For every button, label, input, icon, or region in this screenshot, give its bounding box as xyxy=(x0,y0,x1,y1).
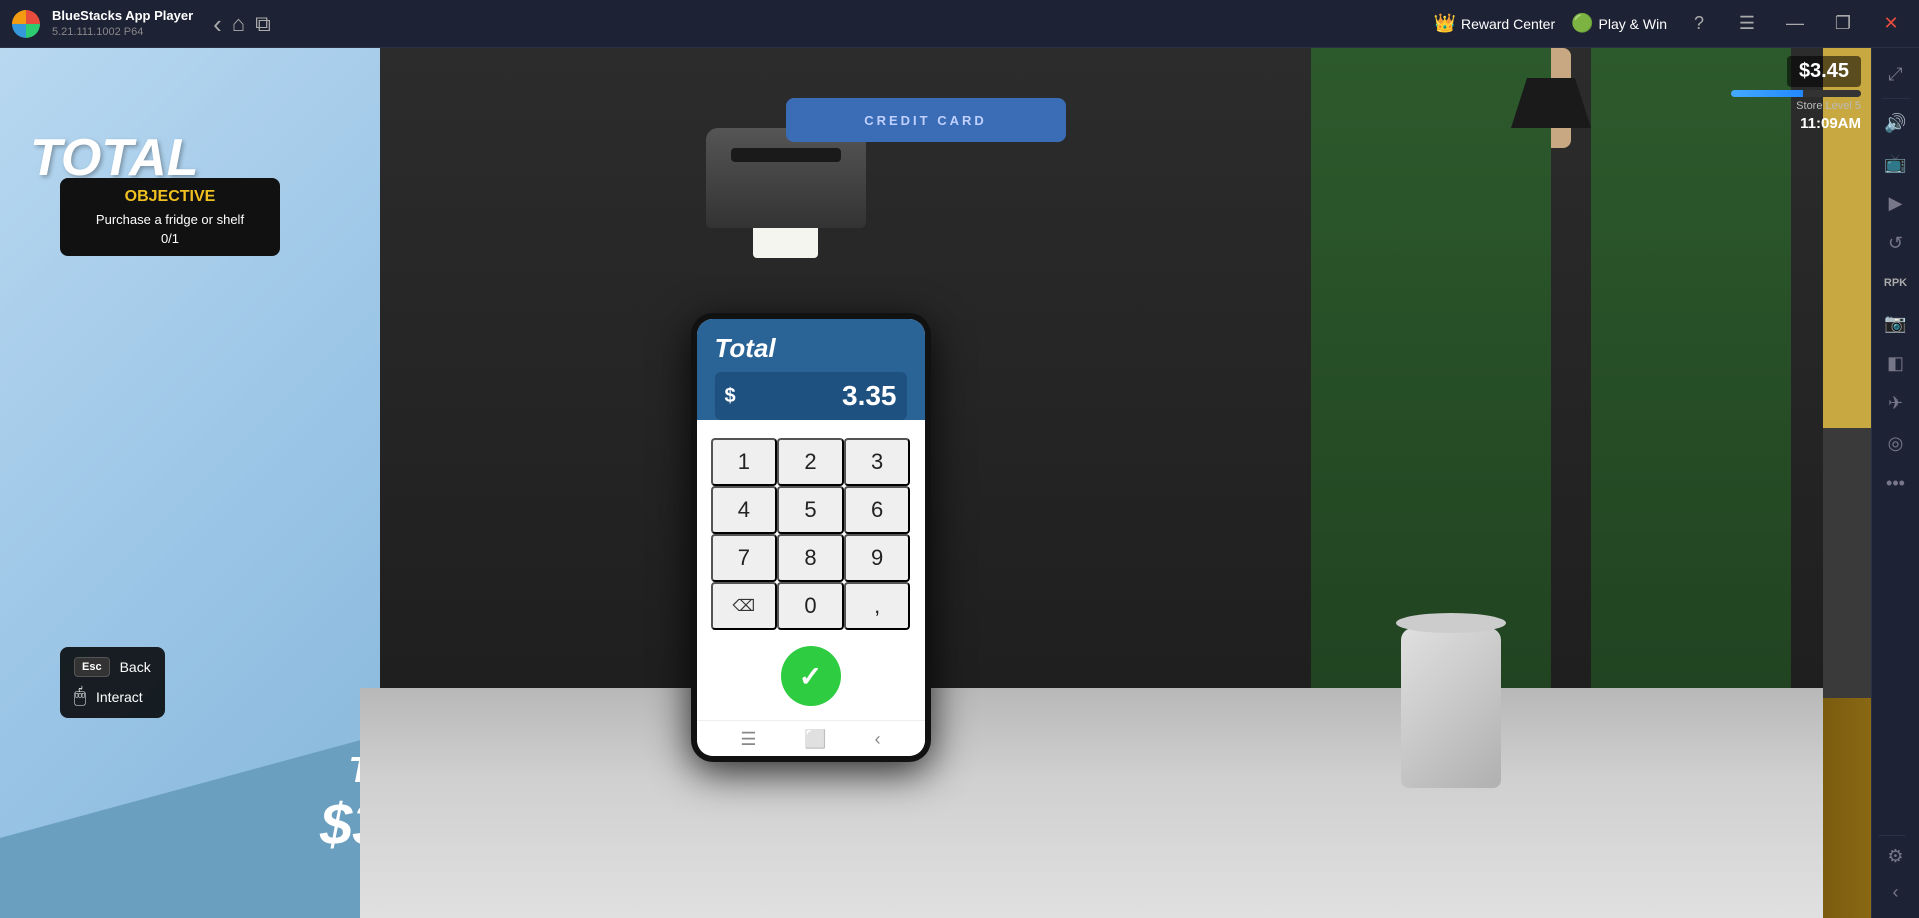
interact-control-row: 🖱 Interact xyxy=(74,685,151,708)
app-name: BlueStacks App Player xyxy=(52,8,193,25)
confirm-checkmark-icon: ✓ xyxy=(799,660,822,693)
receipt-printer xyxy=(696,128,876,258)
sidebar-play-button[interactable]: ▶ xyxy=(1878,185,1914,221)
sidebar-locate-button[interactable]: ◎ xyxy=(1878,425,1914,461)
sidebar-rotate-button[interactable]: ↺ xyxy=(1878,225,1914,261)
topbar-right: 👑 Reward Center 🟢 Play & Win ? ☰ — ❐ ✕ xyxy=(1434,8,1907,40)
sidebar-fullscreen-button[interactable]: ⤢ xyxy=(1878,56,1914,92)
objective-progress: 0/1 xyxy=(76,231,264,246)
terminal-keypad: 1 2 3 4 5 6 7 8 9 ⌫ 0 , xyxy=(697,430,925,638)
keypad-9[interactable]: 9 xyxy=(844,534,911,582)
terminal-back-icon[interactable]: ‹ xyxy=(875,729,881,750)
hud-progress-fill xyxy=(1731,90,1803,97)
sidebar-camera-button[interactable]: 📷 xyxy=(1878,305,1914,341)
keypad-6[interactable]: 6 xyxy=(844,486,911,534)
game-hud: $3.45 Store Level 5 11:09AM xyxy=(1731,56,1861,132)
nav-tab-button[interactable]: ⧉ xyxy=(255,11,271,37)
objective-description: Purchase a fridge or shelf xyxy=(76,212,264,227)
terminal-menu-icon[interactable]: ☰ xyxy=(740,729,756,750)
sidebar-bottom: ⚙ ‹ xyxy=(1878,833,1914,910)
credit-card-label: CREDIT CARD xyxy=(864,113,987,128)
app-title: BlueStacks App Player 5.21.111.1002 P64 xyxy=(52,8,193,39)
nav-buttons: ‹ ⌂ ⧉ xyxy=(213,11,271,37)
terminal-nav-bar: ☰ ⬜ ‹ xyxy=(697,720,925,756)
minimize-button[interactable]: — xyxy=(1779,8,1811,40)
keypad-1[interactable]: 1 xyxy=(711,438,778,486)
keypad-comma[interactable]: , xyxy=(844,582,911,630)
sidebar-airplane-button[interactable]: ✈ xyxy=(1878,385,1914,421)
hud-progress-bar xyxy=(1731,90,1861,97)
terminal-home-icon[interactable]: ⬜ xyxy=(804,729,826,750)
sidebar-divider-2 xyxy=(1878,835,1906,836)
keypad-5[interactable]: 5 xyxy=(777,486,844,534)
sidebar-layout-button[interactable]: ◧ xyxy=(1878,345,1914,381)
back-control-row: Esc Back xyxy=(74,657,151,677)
terminal-dollar-sign: $ xyxy=(725,385,736,408)
printer-receipt-paper xyxy=(753,228,818,258)
interact-control-label: Interact xyxy=(96,689,143,705)
counter-surface xyxy=(360,688,1823,918)
hud-money: $3.45 xyxy=(1787,56,1861,87)
keypad-backspace[interactable]: ⌫ xyxy=(711,582,778,630)
keypad-2[interactable]: 2 xyxy=(777,438,844,486)
cup-cylinder xyxy=(1401,628,1501,788)
terminal-confirm-area: ✓ xyxy=(697,638,925,720)
sidebar-rpk-button[interactable]: RPK xyxy=(1878,265,1914,301)
play-win-icon: 🟢 xyxy=(1571,13,1593,34)
crown-icon: 👑 xyxy=(1434,13,1456,34)
terminal-screen: Total $ 3.35 1 2 3 4 5 6 7 8 xyxy=(697,319,925,756)
menu-button[interactable]: ☰ xyxy=(1731,8,1763,40)
bluestacks-logo xyxy=(12,10,40,38)
objective-box: OBJECTIVE Purchase a fridge or shelf 0/1 xyxy=(60,178,280,256)
sidebar-settings-button[interactable]: ⚙ xyxy=(1878,838,1914,874)
help-button[interactable]: ? xyxy=(1683,8,1715,40)
topbar: BlueStacks App Player 5.21.111.1002 P64 … xyxy=(0,0,1919,48)
objective-title: OBJECTIVE xyxy=(76,188,264,206)
payment-terminal: Total $ 3.35 1 2 3 4 5 6 7 8 xyxy=(691,313,931,762)
keypad-0[interactable]: 0 xyxy=(777,582,844,630)
hud-time: 11:09AM xyxy=(1800,115,1861,132)
sidebar-volume-button[interactable]: 🔊 xyxy=(1878,105,1914,141)
right-sidebar: ⤢ 🔊 📺 ▶ ↺ RPK 📷 ◧ ✈ ◎ ••• ⚙ ‹ xyxy=(1871,48,1919,918)
restore-button[interactable]: ❐ xyxy=(1827,8,1859,40)
close-button[interactable]: ✕ xyxy=(1875,8,1907,40)
terminal-amount-value: 3.35 xyxy=(842,380,897,412)
printer-body xyxy=(706,128,866,228)
play-win-button[interactable]: 🟢 Play & Win xyxy=(1571,13,1667,34)
nav-home-button[interactable]: ⌂ xyxy=(232,11,245,37)
controls-box: Esc Back 🖱 Interact xyxy=(60,647,165,718)
keypad-3[interactable]: 3 xyxy=(844,438,911,486)
nav-back-button[interactable]: ‹ xyxy=(213,11,222,37)
keypad-8[interactable]: 8 xyxy=(777,534,844,582)
sidebar-divider-1 xyxy=(1882,98,1910,99)
mouse-icon: 🖱 xyxy=(74,685,86,708)
sidebar-more-button[interactable]: ••• xyxy=(1878,465,1914,501)
credit-card-terminal: CREDIT CARD xyxy=(786,98,1066,142)
game-viewport: TOTAL OBJECTIVE Purchase a fridge or she… xyxy=(0,48,1871,918)
keypad-7[interactable]: 7 xyxy=(711,534,778,582)
game-background: TOTAL OBJECTIVE Purchase a fridge or she… xyxy=(0,48,1871,918)
confirm-payment-button[interactable]: ✓ xyxy=(781,646,841,706)
reward-center-button[interactable]: 👑 Reward Center xyxy=(1434,13,1556,34)
keypad-4[interactable]: 4 xyxy=(711,486,778,534)
app-version: 5.21.111.1002 P64 xyxy=(52,25,193,39)
terminal-amount-row: $ 3.35 xyxy=(715,372,907,420)
play-win-label: Play & Win xyxy=(1599,16,1667,32)
back-control-label: Back xyxy=(120,659,151,675)
reward-center-label: Reward Center xyxy=(1461,16,1555,32)
printer-slot xyxy=(731,148,841,162)
terminal-header: Total $ 3.35 xyxy=(697,319,925,420)
terminal-total-label: Total xyxy=(715,333,907,364)
esc-key-badge: Esc xyxy=(74,657,110,677)
sidebar-tv-button[interactable]: 📺 xyxy=(1878,145,1914,181)
hud-level: Store Level 5 xyxy=(1796,100,1861,112)
cup-top xyxy=(1396,613,1506,633)
sidebar-collapse-button[interactable]: ‹ xyxy=(1878,874,1914,910)
